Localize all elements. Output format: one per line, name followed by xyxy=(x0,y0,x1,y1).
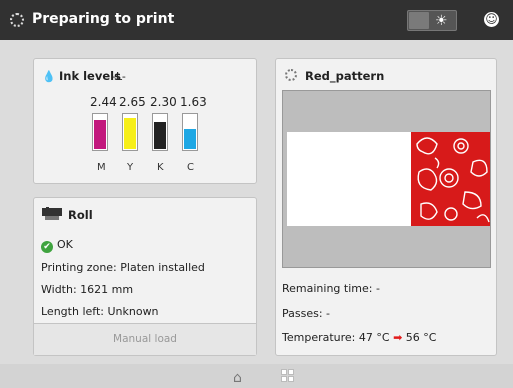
passes-row: Passes: - xyxy=(282,307,330,320)
job-title: Red_pattern xyxy=(305,69,385,83)
ink-cartridge-c xyxy=(182,113,198,151)
printer-roll-icon xyxy=(42,207,62,220)
width-value: 1621 mm xyxy=(80,283,134,296)
page-title: Preparing to print xyxy=(32,11,175,27)
roll-status: ✔ OK xyxy=(41,238,73,253)
ink-label-m: M xyxy=(97,162,106,173)
sun-icon: ☀ xyxy=(435,13,448,29)
ink-label-k: K xyxy=(157,162,164,173)
ink-value-m: 2.44 xyxy=(90,95,117,109)
status-text: OK xyxy=(57,238,73,251)
ink-levels-card[interactable]: 💧 Ink levels -L- 2.44 2.65 2.30 1.63 M Y… xyxy=(33,58,257,184)
ink-value-c: 1.63 xyxy=(180,95,207,109)
spinner-icon xyxy=(285,69,297,81)
ink-fill-k xyxy=(154,122,166,149)
remaining-label: Remaining time: xyxy=(282,282,373,295)
ink-drop-icon: 💧 xyxy=(42,70,56,83)
ink-fill-m xyxy=(94,120,106,149)
temperature-unit-target: °C xyxy=(423,331,437,344)
temperature-label: Temperature: xyxy=(282,331,356,344)
width-label: Width: xyxy=(41,283,77,296)
smiley-icon[interactable]: ☺ xyxy=(484,12,499,27)
paper-area xyxy=(287,132,490,226)
length-value: Unknown xyxy=(107,305,159,318)
ink-value-y: 2.65 xyxy=(119,95,146,109)
ink-label-c: C xyxy=(187,162,194,173)
temperature-current: 47 xyxy=(358,331,373,344)
roll-title: Roll xyxy=(68,208,93,222)
red-paisley-pattern xyxy=(411,132,490,226)
bottom-nav: ⌂ xyxy=(0,364,513,388)
manual-load-button[interactable]: Manual load xyxy=(34,323,256,355)
job-card[interactable]: Red_pattern Remaining time: - Passes: - … xyxy=(275,58,497,356)
arrow-right-icon: ➡ xyxy=(393,331,403,344)
printing-zone-row: Printing zone: Platen installed xyxy=(41,261,205,274)
ink-levels-subtitle: -L- xyxy=(112,70,126,83)
roll-card[interactable]: Roll ✔ OK Printing zone: Platen installed… xyxy=(33,197,257,356)
theme-toggle[interactable]: ☀ xyxy=(407,10,457,31)
temperature-target: 56 xyxy=(405,331,420,344)
check-icon: ✔ xyxy=(41,241,53,253)
ink-cartridge-m xyxy=(92,113,108,151)
zone-label: Printing zone: xyxy=(41,261,117,274)
remaining-time-row: Remaining time: - xyxy=(282,282,380,295)
ink-cartridge-k xyxy=(152,113,168,151)
job-preview xyxy=(282,90,491,268)
toggle-knob xyxy=(409,12,429,29)
width-row: Width: 1621 mm xyxy=(41,283,133,296)
home-icon[interactable]: ⌂ xyxy=(233,370,242,386)
ink-cartridge-y xyxy=(122,113,138,151)
ink-fill-c xyxy=(184,129,196,149)
ink-value-k: 2.30 xyxy=(150,95,177,109)
remaining-value: - xyxy=(375,282,380,295)
grid-icon[interactable] xyxy=(281,369,295,383)
passes-value: - xyxy=(326,307,331,320)
ink-label-y: Y xyxy=(127,162,134,173)
zone-value: Platen installed xyxy=(120,261,205,274)
temperature-unit: °C xyxy=(376,331,390,344)
length-row: Length left: Unknown xyxy=(41,305,159,318)
passes-label: Passes: xyxy=(282,307,323,320)
top-bar: Preparing to print ☀ ☺ xyxy=(0,0,513,40)
spinner-icon xyxy=(10,13,24,27)
ink-fill-y xyxy=(124,118,136,149)
temperature-row: Temperature: 47 °C ➡ 56 °C xyxy=(282,331,436,344)
length-label: Length left: xyxy=(41,305,104,318)
